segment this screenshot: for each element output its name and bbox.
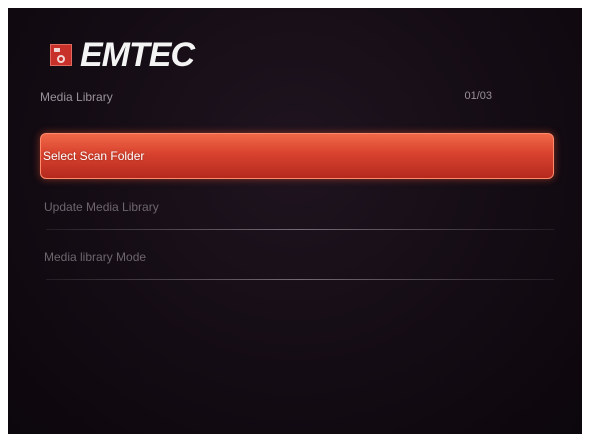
menu-list: Select Scan Folder Update Media Library …	[40, 133, 554, 283]
menu-item-label: Media library Mode	[44, 250, 147, 264]
menu-item-media-library-mode[interactable]: Media library Mode	[40, 233, 554, 283]
media-player-screen: EMTEC Media Library 01/03 Select Scan Fo…	[8, 8, 582, 434]
menu-item-update-media-library[interactable]: Update Media Library	[40, 183, 554, 233]
page-counter: 01/03	[464, 90, 492, 102]
header-row: Media Library 01/03	[40, 90, 552, 110]
menu-item-select-scan-folder[interactable]: Select Scan Folder	[40, 133, 554, 179]
page-title: Media Library	[40, 90, 113, 104]
menu-item-label: Select Scan Folder	[43, 149, 145, 163]
emtec-logo-icon	[50, 44, 72, 66]
emtec-logo: EMTEC	[50, 36, 195, 74]
brand-name: EMTEC	[80, 36, 195, 74]
menu-item-label: Update Media Library	[44, 200, 159, 214]
